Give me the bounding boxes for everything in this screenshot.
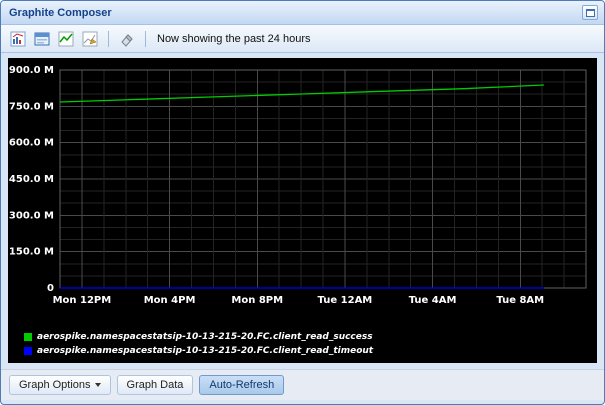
- svg-text:900.0 M: 900.0 M: [9, 65, 54, 76]
- series-color-swatch: [24, 347, 32, 355]
- legend-item: aerospike.namespacestatsip-10-13-215-20.…: [24, 344, 373, 358]
- eraser-icon: [121, 33, 133, 47]
- legend-item: aerospike.namespacestatsip-10-13-215-20.…: [24, 330, 373, 344]
- auto-refresh-button[interactable]: Auto-Refresh: [199, 375, 285, 395]
- toolbar-separator: [145, 30, 146, 47]
- line-mode-icon: [58, 31, 74, 46]
- graph-window-icon: [34, 32, 50, 45]
- update-graph-icon: [10, 31, 26, 46]
- graph-data-button[interactable]: Graph Data: [116, 375, 194, 395]
- chart-legend: aerospike.namespacestatsip-10-13-215-20.…: [24, 330, 373, 358]
- update-graph-button[interactable]: [7, 28, 29, 50]
- svg-text:300.0 M: 300.0 M: [9, 210, 54, 221]
- window-title: Graphite Composer: [9, 6, 112, 19]
- footer-toolbar: Graph Options Graph Data Auto-Refresh: [1, 369, 604, 400]
- chevron-down-icon: [94, 383, 101, 387]
- series-name: aerospike.namespacestatsip-10-13-215-20.…: [37, 346, 374, 356]
- svg-text:Tue 12AM: Tue 12AM: [318, 295, 373, 306]
- collapse-icon: [585, 8, 595, 17]
- toolbar-separator: [108, 30, 109, 47]
- auto-refresh-label: Auto-Refresh: [209, 379, 275, 391]
- graph-options-button[interactable]: Graph Options: [9, 375, 111, 395]
- svg-text:0: 0: [47, 283, 54, 294]
- svg-text:450.0 M: 450.0 M: [9, 174, 54, 185]
- svg-text:Mon 12PM: Mon 12PM: [53, 295, 112, 306]
- edit-graph-button[interactable]: [79, 28, 101, 50]
- series-color-swatch: [24, 333, 32, 341]
- graph-options-label: Graph Options: [19, 379, 91, 391]
- svg-text:150.0 M: 150.0 M: [9, 247, 54, 258]
- status-text: Now showing the past 24 hours: [157, 32, 311, 45]
- edit-graph-icon: [82, 31, 98, 46]
- graph-plot: 900.0 M 750.0 M 600.0 M 450.0 M 300.0 M 150.0…: [9, 65, 587, 306]
- graph-panel: 900.0 M 750.0 M 600.0 M 450.0 M 300.0 M 150.0…: [8, 58, 597, 363]
- graph-toolbar: Now showing the past 24 hours: [1, 25, 604, 53]
- line-mode-button[interactable]: [55, 28, 77, 50]
- collapse-button[interactable]: [582, 5, 598, 20]
- svg-text:Mon 8PM: Mon 8PM: [231, 295, 283, 306]
- graph-window-button[interactable]: [31, 28, 53, 50]
- svg-text:Tue 8AM: Tue 8AM: [496, 295, 544, 306]
- graph-data-label: Graph Data: [126, 379, 184, 391]
- svg-text:Tue 4AM: Tue 4AM: [409, 295, 457, 306]
- graphite-composer-window: Graphite Composer Now showing the past 2…: [0, 0, 605, 405]
- svg-text:750.0 M: 750.0 M: [9, 101, 54, 112]
- window-titlebar: Graphite Composer: [1, 1, 604, 25]
- svg-text:Mon 4PM: Mon 4PM: [144, 295, 196, 306]
- svg-text:600.0 M: 600.0 M: [9, 138, 54, 149]
- series-name: aerospike.namespacestatsip-10-13-215-20.…: [37, 332, 373, 342]
- eraser-button[interactable]: [116, 28, 138, 50]
